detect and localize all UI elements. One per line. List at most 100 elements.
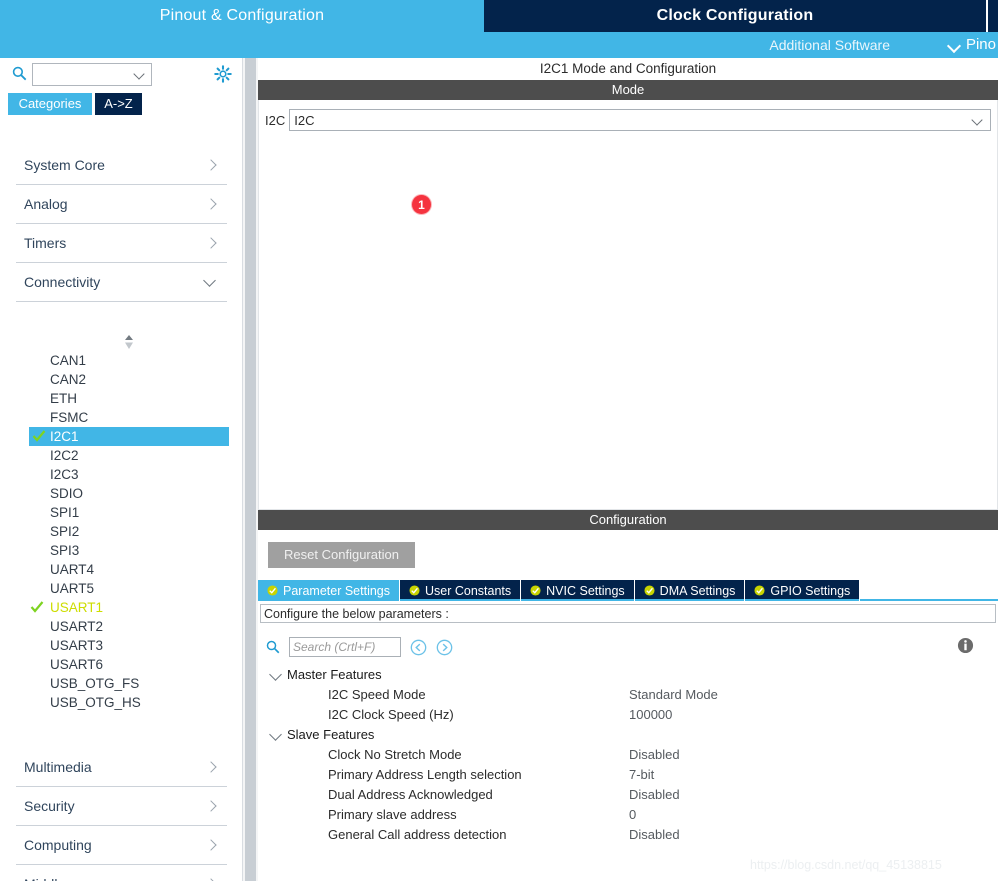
mode-field-row: I2C I2C [259, 100, 997, 131]
tree-group-label: Slave Features [287, 727, 375, 742]
peripheral-label: CAN1 [50, 353, 87, 368]
splitter-handle[interactable] [245, 58, 256, 881]
peripheral-spi1[interactable]: SPI1 [0, 503, 243, 522]
chevron-down-icon [203, 276, 217, 288]
tree-group-master-features[interactable]: Master Features [258, 665, 998, 685]
peripheral-i2c2[interactable]: I2C2 [0, 446, 243, 465]
tab-pinout-configuration[interactable]: Pinout & Configuration [0, 0, 484, 32]
parameter-row[interactable]: Primary slave address 0 [258, 805, 998, 825]
sidebar-category-connectivity[interactable]: Connectivity [16, 263, 227, 302]
parameter-row[interactable]: Primary Address Length selection 7-bit [258, 765, 998, 785]
category-label: Connectivity [24, 274, 101, 290]
peripheral-i2c1[interactable]: I2C1 [29, 427, 229, 446]
peripheral-label: UART5 [50, 581, 95, 596]
parameter-value: 0 [629, 807, 637, 822]
tab-dma-settings[interactable]: DMA Settings [635, 580, 746, 601]
tab-gpio-settings[interactable]: GPIO Settings [745, 580, 861, 601]
pinout-dropdown-label: Pino [965, 36, 996, 53]
peripheral-spi3[interactable]: SPI3 [0, 541, 243, 560]
parameter-search-input[interactable]: Search (Crtl+F) [289, 637, 401, 657]
sidebar-category-computing[interactable]: Computing [16, 826, 227, 865]
tab-categories[interactable]: Categories [8, 93, 92, 115]
peripheral-usart3[interactable]: USART3 [0, 636, 243, 655]
tab-partial-right[interactable] [986, 0, 998, 32]
peripheral-eth[interactable]: ETH [0, 389, 243, 408]
parameter-row[interactable]: General Call address detection Disabled [258, 825, 998, 845]
mode-section-body: I2C I2C 1 [258, 100, 998, 510]
secondary-bar: Additional Software Pino [0, 32, 998, 58]
tab-clock-configuration[interactable]: Clock Configuration [484, 0, 986, 32]
tab-label: Parameter Settings [283, 583, 390, 598]
tab-user-constants[interactable]: User Constants [400, 580, 522, 601]
parameter-name: Primary slave address [328, 807, 457, 822]
cubemx-window: Pinout & Configuration Clock Configurati… [0, 0, 998, 881]
pinout-dropdown[interactable]: Pino [948, 32, 998, 58]
mode-select[interactable]: I2C [289, 109, 991, 131]
tab-label: User Constants [425, 583, 512, 598]
info-icon[interactable] [957, 637, 974, 654]
sidebar-category-timers[interactable]: Timers [16, 224, 227, 263]
gear-icon[interactable] [214, 65, 232, 83]
peripheral-label: USB_OTG_FS [50, 676, 140, 691]
search-icon [266, 640, 280, 654]
peripheral-usart1[interactable]: USART1 [0, 598, 243, 617]
reset-configuration-button[interactable]: Reset Configuration [268, 542, 415, 568]
parameter-row[interactable]: Clock No Stretch Mode Disabled [258, 745, 998, 765]
peripheral-can1[interactable]: CAN1 [0, 351, 243, 370]
peripheral-label: CAN2 [50, 372, 87, 387]
peripheral-label: SPI1 [50, 505, 80, 520]
sidebar-category-security[interactable]: Security [16, 787, 227, 826]
parameter-search-row: Search (Crtl+F) [258, 635, 998, 659]
peripheral-uart4[interactable]: UART4 [0, 560, 243, 579]
configuration-section-body: Reset Configuration Parameter Settings U… [258, 530, 998, 845]
peripheral-uart5[interactable]: UART5 [0, 579, 243, 598]
peripheral-spi2[interactable]: SPI2 [0, 522, 243, 541]
arrow-left-circle-icon[interactable] [410, 639, 427, 656]
sidebar-category-analog[interactable]: Analog [16, 185, 227, 224]
search-input[interactable] [32, 63, 152, 86]
parameter-name: I2C Speed Mode [328, 687, 426, 702]
category-list-bottom: Multimedia Security Computing Middleware [0, 748, 243, 881]
peripheral-i2c3[interactable]: I2C3 [0, 465, 243, 484]
tree-group-label: Master Features [287, 667, 382, 682]
peripheral-usart6[interactable]: USART6 [0, 655, 243, 674]
tab-nvic-settings[interactable]: NVIC Settings [521, 580, 635, 601]
tab-label: NVIC Settings [546, 583, 625, 598]
tab-a-to-z[interactable]: A->Z [95, 93, 142, 115]
peripheral-sdio[interactable]: SDIO [0, 484, 243, 503]
peripheral-usb-otg-fs[interactable]: USB_OTG_FS [0, 674, 243, 693]
peripheral-usart2[interactable]: USART2 [0, 617, 243, 636]
parameter-value: Standard Mode [629, 687, 718, 702]
mode-select-value: I2C [294, 112, 315, 128]
chevron-down-icon [134, 69, 145, 80]
tab-label: DMA Settings [659, 583, 736, 598]
peripheral-label: USART3 [50, 638, 104, 653]
chevron-down-icon [972, 115, 983, 126]
chevron-right-icon [205, 761, 217, 773]
peripheral-can2[interactable]: CAN2 [0, 370, 243, 389]
peripheral-list: CAN1 CAN2 ETH FSMC I2C1 I2C2 I2C3 SDIO S… [0, 351, 243, 712]
sidebar-category-system-core[interactable]: System Core [16, 146, 227, 185]
tree-group-slave-features[interactable]: Slave Features [258, 725, 998, 745]
peripheral-usb-otg-hs[interactable]: USB_OTG_HS [0, 693, 243, 712]
peripheral-fsmc[interactable]: FSMC [0, 408, 243, 427]
parameter-row[interactable]: Dual Address Acknowledged Disabled [258, 785, 998, 805]
arrow-right-circle-icon[interactable] [436, 639, 453, 656]
category-label: Security [24, 798, 75, 814]
parameter-row[interactable]: I2C Speed Mode Standard Mode [258, 685, 998, 705]
sidebar-category-middleware[interactable]: Middleware [16, 865, 227, 881]
sidebar-category-multimedia[interactable]: Multimedia [16, 748, 227, 787]
tab-parameter-settings[interactable]: Parameter Settings [258, 580, 400, 601]
tab-label: GPIO Settings [770, 583, 851, 598]
check-circle-icon [267, 585, 278, 596]
parameter-row[interactable]: I2C Clock Speed (Hz) 100000 [258, 705, 998, 725]
peripheral-label: SPI2 [50, 524, 80, 539]
additional-software-link[interactable]: Additional Software [769, 32, 890, 58]
sort-updown-icon[interactable] [120, 334, 138, 350]
parameter-name: Dual Address Acknowledged [328, 787, 493, 802]
parameter-value: Disabled [629, 747, 680, 762]
configuration-section-header: Configuration [258, 510, 998, 530]
peripheral-label: SDIO [50, 486, 84, 501]
peripheral-label: I2C1 [50, 429, 79, 444]
peripheral-label: USART2 [50, 619, 104, 634]
